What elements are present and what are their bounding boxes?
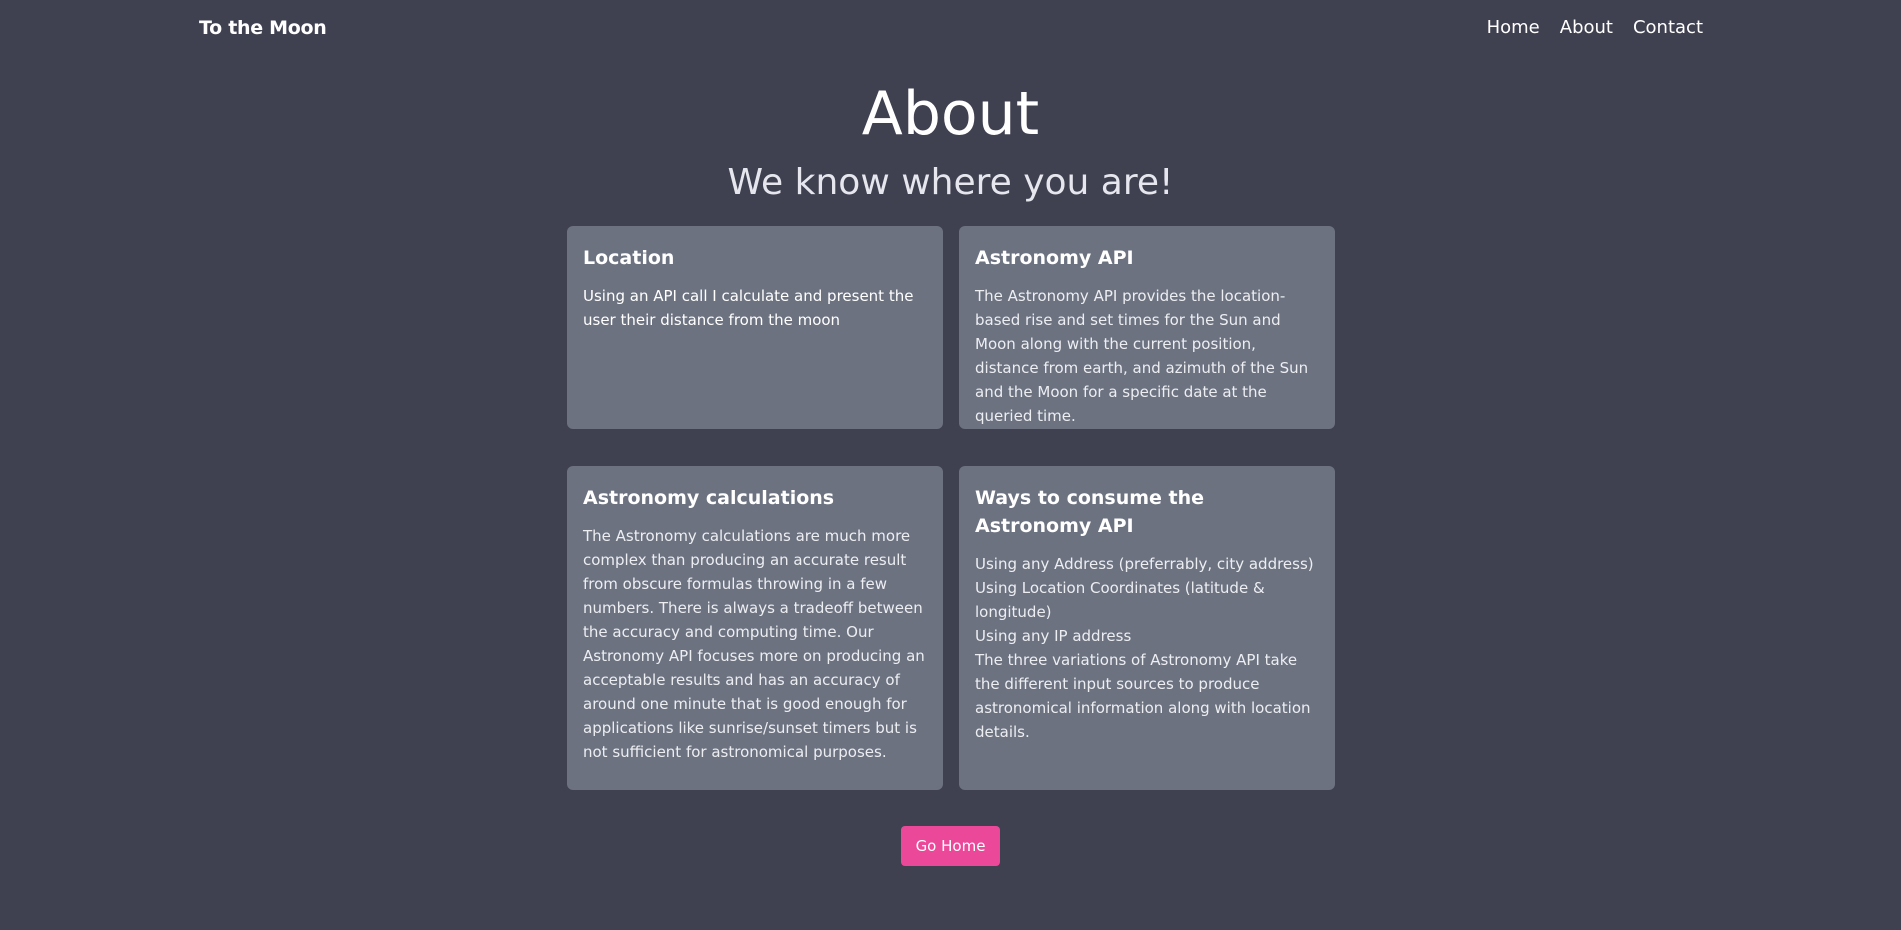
card-astronomy-api: Astronomy API The Astronomy API provides… <box>959 226 1335 429</box>
card-line-address: Using any Address (preferrably, city add… <box>975 555 1314 573</box>
nav-link-contact[interactable]: Contact <box>1633 17 1703 38</box>
card-text: Using an API call I calculate and presen… <box>583 287 914 329</box>
brand-logo[interactable]: To the Moon <box>199 17 327 39</box>
card-title: Astronomy API <box>975 247 1134 269</box>
card-location: Location Using an API call I calculate a… <box>567 226 943 429</box>
nav-links: Home About Contact <box>1487 17 1703 38</box>
card-text: The Astronomy calculations are much more… <box>583 527 925 761</box>
go-home-button[interactable]: Go Home <box>901 826 1000 866</box>
nav-link-about[interactable]: About <box>1560 17 1613 38</box>
page-subtitle: We know where you are! <box>727 162 1174 203</box>
card-astronomy-calculations: Astronomy calculations The Astronomy cal… <box>567 466 943 790</box>
card-text: The Astronomy API provides the location-… <box>975 287 1309 425</box>
card-line-variations: The three variations of Astronomy API ta… <box>975 651 1311 741</box>
page-title: About <box>861 79 1040 149</box>
nav-link-home[interactable]: Home <box>1487 17 1540 38</box>
card-title: Location <box>583 247 675 269</box>
card-title: Ways to consume the Astronomy API <box>975 487 1205 537</box>
navbar: To the Moon Home About Contact <box>0 0 1901 58</box>
card-title: Astronomy calculations <box>583 487 835 509</box>
card-ways-to-consume: Ways to consume the Astronomy API Using … <box>959 466 1335 790</box>
card-line-ip: Using any IP address <box>975 627 1132 645</box>
card-line-coordinates: Using Location Coordinates (latitude & l… <box>975 579 1265 621</box>
